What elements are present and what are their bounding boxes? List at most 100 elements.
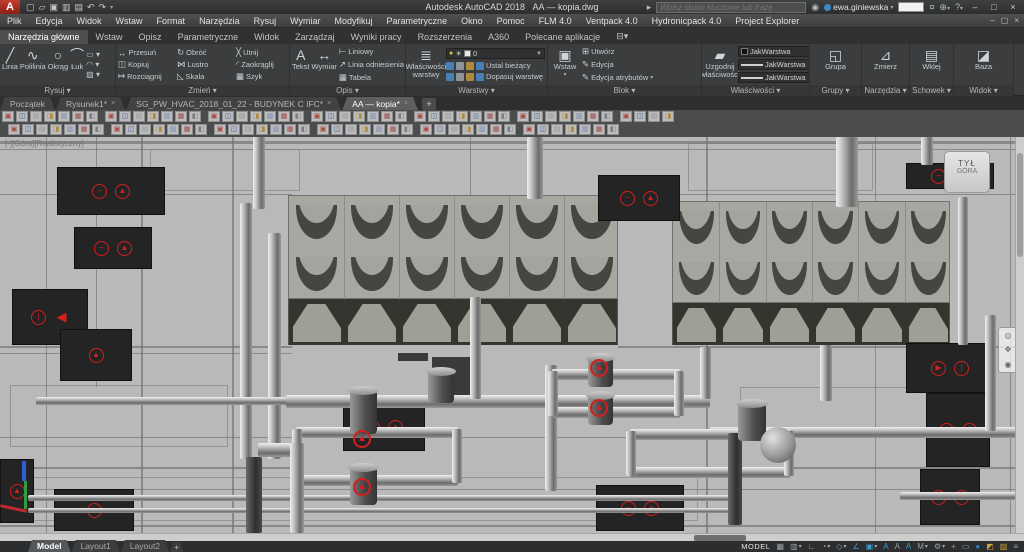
ventpack-block-icon[interactable]: ◫	[16, 111, 28, 122]
qat-customize-icon[interactable]: ▾	[110, 4, 113, 11]
pipe-segment[interactable]	[921, 137, 933, 165]
ellipse-icon[interactable]: ◠ ▾	[86, 60, 100, 69]
ribbon-tab-wstaw[interactable]: Wstaw	[88, 30, 131, 44]
ventpack-block-icon[interactable]: ◧	[498, 111, 510, 122]
ventpack-block-icon[interactable]: ▤	[648, 111, 660, 122]
ribbon-button-schowek[interactable]: ▤Wklej	[912, 45, 951, 84]
equipment-tag[interactable]: ▶|	[906, 343, 994, 393]
pipe-segment[interactable]	[28, 508, 730, 513]
search-input[interactable]	[656, 2, 806, 13]
ventpack-block-icon[interactable]: ◧	[86, 111, 98, 122]
ribbon-button-widok[interactable]: ◪Baza	[956, 45, 1011, 84]
file-tab-3[interactable]: SG_PW_HVAC_2018_01_22 - BUDYNEK C IFC*×	[126, 97, 341, 110]
annotation-visibility-icon[interactable]: A	[883, 542, 888, 552]
menu-item-pomoc[interactable]: Pomoc	[490, 16, 532, 26]
hydronicpack-block-icon[interactable]: ◧	[504, 124, 516, 135]
hydronicpack-block-icon[interactable]: ◫	[537, 124, 549, 135]
linetype-dropdown[interactable]: JakWarstwa▼	[738, 72, 809, 83]
hydronicpack-block-icon[interactable]: ▤	[242, 124, 254, 135]
menu-item-wymiar[interactable]: Wymiar	[283, 16, 327, 26]
ribbon-button-kopiuj[interactable]: ◫Kopiuj	[118, 59, 175, 70]
ribbon-button-uzgodnij[interactable]: ▰Uzgodnij właściwości	[704, 45, 736, 84]
ribbon-button-utw-rz[interactable]: ⊞Utwórz	[582, 46, 653, 57]
redo-icon[interactable]: ↷	[99, 2, 107, 13]
pipe-segment[interactable]	[985, 315, 996, 431]
hydronicpack-block-icon[interactable]: ◧	[298, 124, 310, 135]
layer-tool-icon[interactable]	[476, 73, 484, 81]
search-arrow-icon[interactable]: ▸	[647, 2, 652, 13]
layer-tool-icon[interactable]	[476, 62, 484, 70]
hydronicpack-block-icon[interactable]: ◧	[92, 124, 104, 135]
hydronicpack-block-icon[interactable]: ▥	[167, 124, 179, 135]
clean-screen-icon[interactable]: ▭	[962, 542, 970, 552]
ribbon-panel-label-blok[interactable]: Blok ▾	[548, 85, 701, 96]
layout-tab-model[interactable]: Model	[28, 540, 71, 552]
ahu-unit[interactable]	[288, 195, 618, 345]
hydronicpack-block-icon[interactable]: ▥	[579, 124, 591, 135]
pipe-segment[interactable]	[626, 431, 636, 476]
vertical-scrollbar[interactable]	[1015, 137, 1024, 533]
ventpack-block-icon[interactable]: ◨	[353, 111, 365, 122]
ribbon-button-tabela[interactable]: ▦Tabela	[339, 72, 404, 83]
ribbon-button-obr-[interactable]: ↻Obróć	[177, 47, 234, 58]
ribbon-tab-rozszerzenia[interactable]: Rozszerzenia	[410, 30, 481, 44]
menu-item-project-explorer[interactable]: Project Explorer	[728, 16, 806, 26]
pipe-segment[interactable]	[820, 345, 832, 401]
ventpack-block-icon[interactable]: ▤	[30, 111, 42, 122]
hydronicpack-block-icon[interactable]: ▦	[387, 124, 399, 135]
ribbon-button-tekst[interactable]: ATekst	[292, 45, 310, 84]
menu-item-widok[interactable]: Widok	[70, 16, 109, 26]
ribbon-panel-label-narzedzia[interactable]: Narzędzia ▾	[862, 85, 909, 96]
layer-dropdown[interactable]: ●☀0▼	[446, 48, 545, 59]
ribbon-panel-label-zmien[interactable]: Zmień ▾	[116, 85, 289, 96]
pipe-segment[interactable]	[630, 467, 790, 478]
ribbon-button-wlasciwosci-warstwy[interactable]: ≣Właściwości warstwy	[408, 45, 444, 84]
ventpack-block-icon[interactable]: ▦	[175, 111, 187, 122]
ribbon-tab-zarz-dzaj[interactable]: Zarządzaj	[287, 30, 343, 44]
ribbon-panel-label-wlasciwosci[interactable]: Właściwości ▾	[702, 85, 809, 96]
hydronicpack-block-icon[interactable]: ▣	[214, 124, 226, 135]
model-space-badge[interactable]: MODEL	[741, 542, 770, 551]
ventpack-block-icon[interactable]: ◨	[44, 111, 56, 122]
layer-tool-icon[interactable]	[466, 73, 474, 81]
menu-item-plik[interactable]: Plik	[0, 16, 29, 26]
close-button[interactable]: ×	[1006, 2, 1020, 12]
close-icon[interactable]: ×	[404, 100, 408, 107]
viewcube-front-face[interactable]: GÓRA	[945, 168, 989, 175]
ribbon-button-okrąg[interactable]: ○Okrąg	[48, 45, 68, 84]
menu-item-ventpack-4-0[interactable]: Ventpack 4.0	[579, 16, 645, 26]
layer-tool-icon[interactable]	[456, 62, 464, 70]
annotation-scale-icon[interactable]: A	[906, 542, 911, 552]
hydronicpack-block-icon[interactable]: ▤	[448, 124, 460, 135]
snap-icon[interactable]: ▥▾	[790, 542, 802, 552]
menu-item-okno[interactable]: Okno	[454, 16, 490, 26]
ribbon-tab-a360[interactable]: A360	[480, 30, 517, 44]
pipe-segment[interactable]	[900, 492, 1024, 500]
pump-direction-marker[interactable]: ▲	[353, 430, 371, 448]
pipe-segment[interactable]	[552, 407, 680, 418]
ribbon-button-wymiar[interactable]: ↔Wymiar	[312, 45, 337, 84]
hatch-icon[interactable]: ▨ ▾	[86, 70, 100, 79]
pipe-segment[interactable]	[674, 371, 684, 416]
hydronicpack-block-icon[interactable]: ▣	[317, 124, 329, 135]
ribbon-button-utnij[interactable]: ╳Utnij	[236, 47, 289, 58]
pipe-segment[interactable]	[470, 297, 481, 399]
ventpack-block-icon[interactable]: ▥	[470, 111, 482, 122]
hydronicpack-block-icon[interactable]: ◨	[153, 124, 165, 135]
layer-tool-icon[interactable]	[456, 73, 464, 81]
ribbon-button-skala[interactable]: ◺Skala	[177, 71, 234, 82]
close-icon[interactable]: ×	[327, 100, 331, 107]
customize-plus-icon[interactable]: +	[951, 542, 956, 552]
save-icon[interactable]: ▣	[49, 2, 58, 13]
ribbon-tab-parametryczne[interactable]: Parametryczne	[170, 30, 247, 44]
share-icon[interactable]: ⊕▾	[939, 2, 950, 13]
pan-icon[interactable]: ✥	[1005, 345, 1012, 354]
ventpack-block-icon[interactable]: ▦	[381, 111, 393, 122]
ribbon-button-zaokr-glij[interactable]: ◜Zaokrąglij	[236, 59, 289, 70]
ribbon-button-rozci-gnij[interactable]: ↦Rozciągnij	[118, 71, 175, 82]
equipment-tag[interactable]: –▲	[598, 175, 680, 221]
equipment-tag[interactable]: ▲	[60, 329, 132, 381]
hydronicpack-block-icon[interactable]: ▣	[8, 124, 20, 135]
ortho-icon[interactable]: ∟	[808, 542, 816, 552]
object-snap-icon[interactable]: ▣▾	[866, 542, 878, 552]
